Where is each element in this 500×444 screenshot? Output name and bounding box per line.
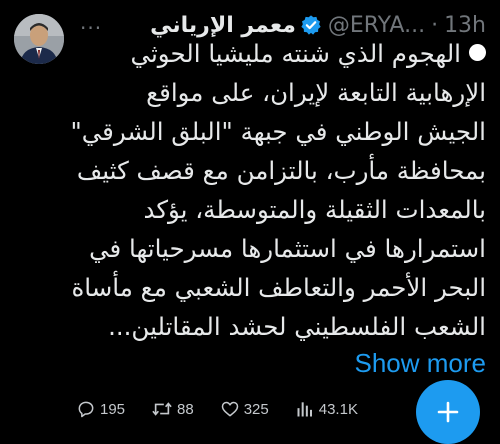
tweet-line: الهجوم الذي شنته مليشيا الحوثي	[64, 34, 486, 73]
reply-count: 195	[100, 400, 126, 418]
plus-icon	[437, 401, 459, 423]
tweet-line: بالمعدات الثقيلة والمتوسطة، يؤكد	[143, 195, 486, 224]
avatar-image	[14, 14, 64, 64]
bullet-icon	[469, 44, 486, 61]
tweet-line: البحر الأحمر والتعاطف الشعبي مع مأساة	[71, 273, 486, 302]
like-button[interactable]: 325	[220, 399, 269, 419]
tweet-line: الإرهابية التابعة لإيران، على مواقع	[146, 78, 486, 107]
views-button[interactable]: 43.1K	[295, 399, 358, 419]
tweet-line: الجيش الوطني في جبهة "البلق الشرقي"	[70, 117, 486, 146]
tweet-line: الشعب الفلسطيني لحشد المقاتلين...	[108, 312, 486, 341]
tweet-text: الهجوم الذي شنته مليشيا الحوثي الإرهابية…	[64, 34, 486, 346]
reply-button[interactable]: 195	[76, 399, 125, 419]
reply-icon	[78, 401, 94, 418]
heart-icon	[221, 401, 238, 417]
tweet-line-text: الهجوم الذي شنته مليشيا الحوثي	[130, 39, 461, 68]
retweet-icon	[152, 402, 172, 416]
verified-badge-icon	[300, 14, 322, 36]
retweet-button[interactable]: 88	[151, 399, 194, 419]
tweet-line: بمحافظة مأرب، بالتزامن مع قصف كثيف	[76, 156, 486, 185]
compose-button[interactable]	[416, 380, 480, 444]
views-bar-chart-icon	[297, 402, 312, 417]
tweet-card[interactable]: ... معمر الإرياني @ERYA... · 13h الهجوم …	[0, 0, 500, 444]
tweet-actions: 195 88 325 43.1K	[76, 396, 384, 422]
show-more-link[interactable]: Show more	[355, 348, 487, 379]
tweet-line: استمرارها في استثمارها مسرحياتها في	[89, 234, 486, 263]
avatar[interactable]	[14, 14, 64, 64]
like-count: 325	[243, 400, 269, 418]
retweet-count: 88	[177, 400, 194, 418]
views-count: 43.1K	[318, 400, 358, 418]
